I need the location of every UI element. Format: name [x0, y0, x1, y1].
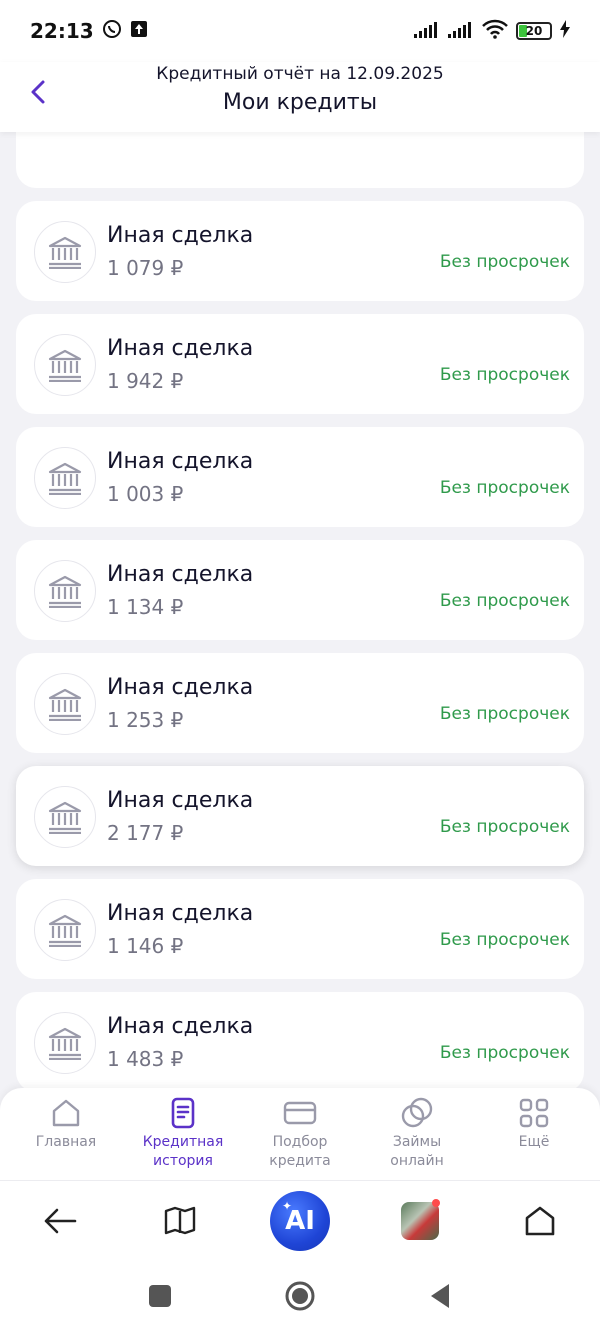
- loan-title: Иная сделка: [107, 1014, 254, 1039]
- bank-icon: [34, 1012, 96, 1074]
- loan-title: Иная сделка: [107, 788, 254, 813]
- tab-home[interactable]: Главная: [10, 1088, 122, 1180]
- charging-icon: [560, 19, 570, 43]
- loan-card[interactable]: Иная сделка 2 177 ₽ Без просрочек: [16, 766, 584, 866]
- report-date: Кредитный отчёт на 12.09.2025: [156, 64, 444, 84]
- bookmarks-button[interactable]: [150, 1191, 210, 1251]
- system-navigation: [0, 1260, 600, 1332]
- loan-status: Без просрочек: [439, 365, 570, 385]
- bank-icon: [34, 447, 96, 509]
- loan-status: Без просрочек: [439, 252, 570, 272]
- loan-status: Без просрочек: [439, 591, 570, 611]
- tab-thumbnail: [401, 1201, 439, 1240]
- document-icon: [171, 1097, 195, 1129]
- whatsapp-icon: [102, 19, 122, 44]
- loan-title: Иная сделка: [107, 223, 254, 248]
- square-icon: [149, 1285, 171, 1307]
- circles-icon: [401, 1097, 433, 1128]
- card-icon: [283, 1101, 317, 1125]
- loan-status: Без просрочек: [439, 930, 570, 950]
- home-system-button[interactable]: [280, 1276, 320, 1316]
- tab-online-loans[interactable]: Займы онлайн: [361, 1088, 473, 1180]
- page-title: Мои кредиты: [222, 90, 378, 115]
- loan-amount: 1 134 ₽: [107, 595, 184, 619]
- status-bar: 22:13 20: [0, 0, 600, 62]
- loan-card[interactable]: Иная сделка 1 079 ₽ Без просрочек: [16, 201, 584, 301]
- loan-title: Иная сделка: [107, 901, 254, 926]
- loan-card[interactable]: Иная сделка 1 134 ₽ Без просрочек: [16, 540, 584, 640]
- loan-title: Иная сделка: [107, 336, 254, 361]
- tab-loan-selection[interactable]: Подбор кредита: [244, 1088, 356, 1180]
- book-icon: [164, 1206, 196, 1234]
- loan-amount: 1 253 ₽: [107, 708, 184, 732]
- notification-dot: [432, 1198, 440, 1207]
- loan-title: Иная сделка: [107, 449, 254, 474]
- recents-button[interactable]: [140, 1276, 180, 1316]
- loan-amount: 1 483 ₽: [107, 1047, 184, 1071]
- grid-icon: [519, 1098, 549, 1128]
- bank-icon: [34, 899, 96, 961]
- bank-icon: [34, 221, 96, 283]
- tab-more[interactable]: Ещё: [478, 1088, 590, 1180]
- loan-status: Без просрочек: [439, 478, 570, 498]
- bank-icon: [34, 786, 96, 848]
- browser-back-button[interactable]: [30, 1191, 90, 1251]
- upload-icon: [130, 19, 148, 43]
- ai-assistant-button[interactable]: ✦ AI: [270, 1190, 330, 1251]
- loan-amount: 1 146 ₽: [107, 934, 184, 958]
- bank-icon: [34, 673, 96, 735]
- bank-icon: [34, 560, 96, 622]
- signal-icon: [414, 19, 440, 43]
- loan-card[interactable]: Иная сделка 1 253 ₽ Без просрочек: [16, 653, 584, 753]
- loan-title: Иная сделка: [107, 675, 254, 700]
- loan-status: Без просрочек: [439, 704, 570, 724]
- ai-icon: ✦ AI: [270, 1190, 330, 1251]
- loan-amount: 1 079 ₽: [107, 256, 184, 280]
- browser-toolbar: ✦ AI: [0, 1180, 600, 1260]
- loan-amount: 2 177 ₽: [107, 821, 184, 845]
- loan-title: Иная сделка: [107, 562, 254, 587]
- loans-list[interactable]: Иная сделка 1 079 ₽ Без просрочек Иная сдел…: [0, 132, 600, 1092]
- bottom-tab-bar: Главная Кредитная история Подбор кредита…: [0, 1088, 600, 1180]
- loan-card[interactable]: Иная сделка 1 942 ₽ Без просрочек: [16, 314, 584, 414]
- loan-card-partial[interactable]: [16, 132, 584, 188]
- home-icon: [525, 1206, 555, 1235]
- loan-status: Без просрочек: [439, 1043, 570, 1063]
- browser-home-button[interactable]: [510, 1191, 570, 1251]
- loan-card[interactable]: Иная сделка 1 003 ₽ Без просрочек: [16, 427, 584, 527]
- loan-amount: 1 942 ₽: [107, 369, 184, 393]
- loan-card[interactable]: Иная сделка 1 483 ₽ Без просрочек: [16, 992, 584, 1092]
- wifi-icon: [482, 19, 508, 44]
- loan-amount: 1 003 ₽: [107, 482, 184, 506]
- loan-status: Без просрочек: [439, 817, 570, 837]
- tab-credit-history[interactable]: Кредитная история: [127, 1088, 239, 1180]
- loan-card[interactable]: Иная сделка 1 146 ₽ Без просрочек: [16, 879, 584, 979]
- tabs-button[interactable]: [390, 1191, 450, 1251]
- header: Кредитный отчёт на 12.09.2025 Мои кредит…: [0, 62, 600, 132]
- circle-icon: [285, 1281, 315, 1311]
- clock: 22:13: [30, 19, 94, 43]
- back-system-button[interactable]: [420, 1276, 460, 1316]
- home-icon: [52, 1099, 80, 1127]
- bank-icon: [34, 334, 96, 396]
- arrow-left-icon: [44, 1208, 77, 1233]
- sparkle-icon: ✦: [282, 1198, 293, 1213]
- triangle-back-icon: [431, 1284, 449, 1308]
- battery-icon: 20: [516, 22, 552, 40]
- signal-icon: [448, 19, 474, 43]
